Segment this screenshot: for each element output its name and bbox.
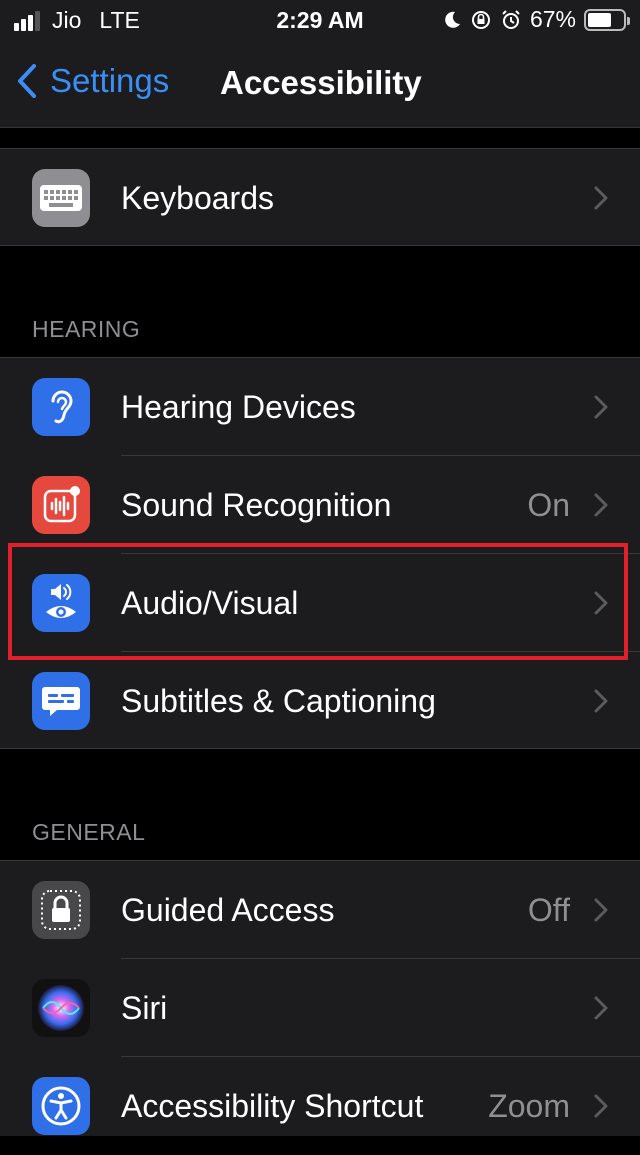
status-right: 67% — [434, 6, 630, 33]
chevron-right-icon — [594, 493, 608, 517]
navigation-bar: Settings Accessibility — [0, 40, 640, 128]
moon-icon — [445, 11, 460, 28]
row-label: Siri — [121, 989, 168, 1026]
ear-icon — [32, 378, 90, 436]
subtitles-icon — [32, 672, 90, 730]
keyboard-icon — [32, 169, 90, 227]
row-label: Accessibility Shortcut — [121, 1087, 424, 1124]
back-label: Settings — [50, 62, 170, 99]
group-general: Guided Access Off Siri Accessibility Sho… — [0, 860, 640, 1136]
siri-icon — [32, 979, 90, 1037]
row-keyboards[interactable]: Keyboards — [0, 149, 640, 247]
page-title: Accessibility — [220, 64, 422, 101]
row-label: Hearing Devices — [121, 388, 356, 425]
chevron-right-icon — [594, 996, 608, 1020]
row-label: Keyboards — [121, 179, 274, 216]
audio-visual-icon — [32, 574, 90, 632]
row-subtitles-captioning[interactable]: Subtitles & Captioning — [0, 652, 640, 750]
row-value: Off — [527, 891, 570, 928]
row-siri[interactable]: Siri — [0, 959, 640, 1057]
row-hearing-devices[interactable]: Hearing Devices — [0, 358, 640, 456]
row-label: Audio/Visual — [121, 584, 299, 621]
group-interaction: Keyboards — [0, 148, 640, 246]
group-hearing: Hearing Devices Sound Recognition On Aud… — [0, 357, 640, 749]
chevron-right-icon — [594, 898, 608, 922]
back-button[interactable]: Settings — [16, 62, 169, 100]
lock-icon — [32, 881, 90, 939]
row-guided-access[interactable]: Guided Access Off — [0, 861, 640, 959]
row-accessibility-shortcut[interactable]: Accessibility Shortcut Zoom — [0, 1057, 640, 1155]
row-label: Subtitles & Captioning — [121, 682, 436, 719]
row-audio-visual[interactable]: Audio/Visual — [0, 554, 640, 652]
sound-recognition-icon — [32, 476, 90, 534]
rotation-lock-icon — [471, 10, 490, 29]
battery-percent: 67% — [529, 6, 576, 32]
status-bar: Jio LTE 2:29 AM 67% — [0, 0, 640, 40]
row-value: On — [527, 486, 570, 523]
section-header-general: GENERAL — [32, 819, 146, 845]
section-header-hearing: HEARING — [32, 316, 141, 342]
row-value: Zoom — [488, 1087, 570, 1124]
chevron-right-icon — [594, 395, 608, 419]
battery-icon — [584, 8, 630, 31]
accessibility-icon — [32, 1077, 90, 1135]
chevron-right-icon — [594, 186, 608, 210]
chevron-right-icon — [594, 689, 608, 713]
chevron-left-icon — [18, 64, 36, 98]
row-label: Sound Recognition — [121, 486, 392, 523]
alarm-icon — [502, 9, 520, 29]
row-label: Guided Access — [121, 891, 335, 928]
chevron-right-icon — [594, 591, 608, 615]
row-sound-recognition[interactable]: Sound Recognition On — [0, 456, 640, 554]
chevron-right-icon — [594, 1094, 608, 1118]
